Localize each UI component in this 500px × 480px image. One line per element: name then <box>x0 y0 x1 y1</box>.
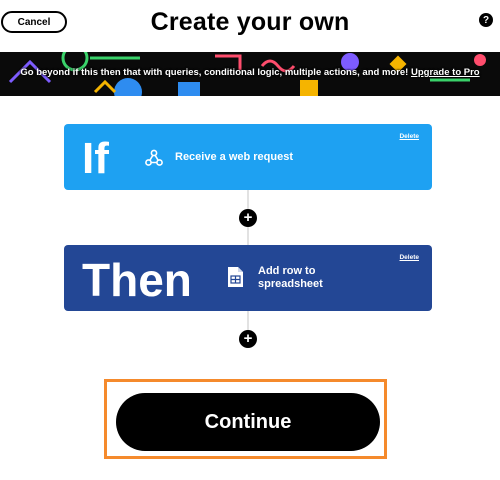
then-label: Then <box>82 254 192 306</box>
add-step-button[interactable]: + <box>239 209 257 227</box>
upgrade-banner: Go beyond if this then that with queries… <box>0 52 500 96</box>
upgrade-link[interactable]: Upgrade to Pro <box>411 67 480 78</box>
add-step-button[interactable]: + <box>239 330 257 348</box>
trigger-delete-link[interactable]: Delete <box>399 133 419 140</box>
trigger-card[interactable]: If Receive a web request Delete <box>64 124 432 190</box>
trigger-service-label: Receive a web request <box>175 151 294 163</box>
banner-text: Go beyond if this then that with queries… <box>20 67 409 78</box>
page-title: Create your own <box>150 8 350 36</box>
action-delete-link[interactable]: Delete <box>399 254 419 261</box>
if-label: If <box>82 134 109 183</box>
webhook-icon <box>145 149 163 166</box>
header: Cancel Create your own ? <box>0 0 500 52</box>
action-service-label: Add row to spreadsheet <box>258 265 323 290</box>
continue-button[interactable]: Continue <box>116 393 380 451</box>
help-icon[interactable]: ? <box>479 13 493 27</box>
banner-message: Go beyond if this then that with queries… <box>0 67 500 78</box>
spreadsheet-icon <box>228 267 243 287</box>
action-card[interactable]: Then Add row to spreadsheet Delete <box>64 245 432 311</box>
